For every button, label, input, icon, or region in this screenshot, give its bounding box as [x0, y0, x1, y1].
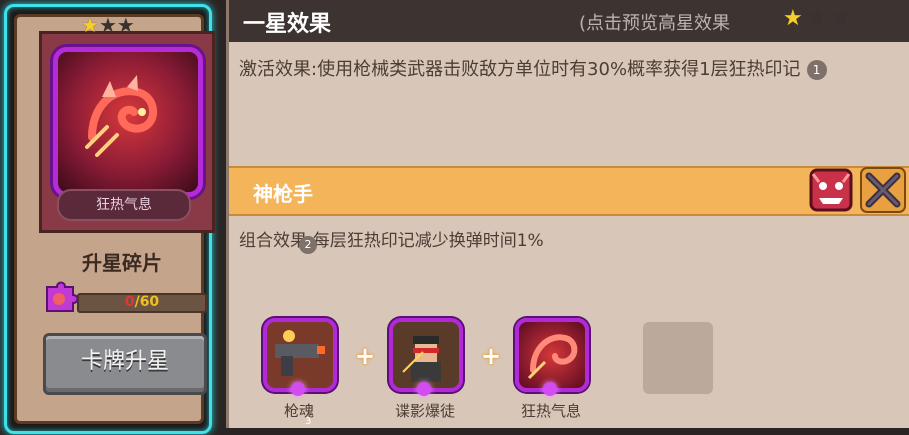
demon-mask-icon [809, 168, 853, 212]
preview-hint[interactable]: (点击预览高星效果 [579, 9, 730, 35]
card-stars: ★★★ [81, 15, 135, 36]
rarity-gem [291, 382, 305, 396]
fragment-title: 升星碎片 [82, 251, 162, 275]
effect-title: 一星效果 [243, 12, 332, 37]
empty-ingredient-slot[interactable] [643, 322, 713, 394]
frenzy-dragon-icon [515, 318, 589, 392]
rarity-gem [417, 382, 431, 396]
star-filled-icon: ★ [783, 6, 803, 31]
progress-text: 0/60 [124, 294, 160, 310]
effect-header[interactable]: 一星效果 (点击预览高星效果 ★ ★ ★ [229, 0, 909, 42]
activation-effect: 激活效果:使用枪械类武器击败敌方单位时有30%概率获得1层狂热印记 1 [239, 56, 889, 84]
card-name: 狂热气息 [57, 189, 191, 221]
note-badge[interactable]: 2 [299, 236, 317, 254]
combo-title: 神枪手 [253, 182, 313, 206]
star-filled-icon: ★ [81, 13, 99, 37]
tiny-mark: 3 [305, 416, 312, 427]
crossed-guns-icon [860, 167, 906, 213]
gun-soul-icon [263, 318, 337, 392]
combo-bar: 神枪手 [229, 166, 909, 216]
ingredient-label: 狂热气息 [520, 402, 581, 420]
ingredient-card[interactable] [263, 318, 337, 396]
card-upgrade-button[interactable]: 卡牌升星 [43, 333, 207, 395]
card-panel: ★★★ 狂热气息 升星碎片 0/60 卡牌升星 [14, 14, 215, 424]
ingredient-label: 枪魂 [283, 402, 314, 420]
star-empty-icon: ★ [98, 13, 117, 37]
ninja-icon [389, 318, 463, 392]
fragment-progress-bar: 0/60 [77, 293, 207, 313]
star-empty-icon: ★ [806, 6, 827, 31]
star-empty-icon: ★ [830, 6, 851, 31]
ingredient-card[interactable] [389, 318, 463, 396]
ingredient-label: 谍影爆徒 [394, 402, 455, 420]
rarity-gem [543, 382, 557, 396]
preview-stars[interactable]: ★ ★ ★ [783, 6, 854, 31]
combo-ingredients: 枪魂 + 谍影爆徒 + 狂热气息 3 [229, 314, 909, 427]
effect-panel: 一星效果 (点击预览高星效果 ★ ★ ★ 激活效果:使用枪械类武器击败敌方单位时有3… [226, 0, 909, 428]
frenzy-dragon-icon [85, 75, 158, 157]
star-empty-icon: ★ [116, 13, 135, 37]
plus-icon: + [355, 342, 376, 370]
note-badge[interactable]: 1 [806, 60, 827, 80]
plus-icon: + [481, 342, 502, 370]
puzzle-fragment-icon [46, 281, 79, 312]
ingredient-card[interactable] [515, 318, 589, 396]
combo-effect: 组合效果:每层狂热印记减少换弹时间1% [239, 231, 544, 251]
